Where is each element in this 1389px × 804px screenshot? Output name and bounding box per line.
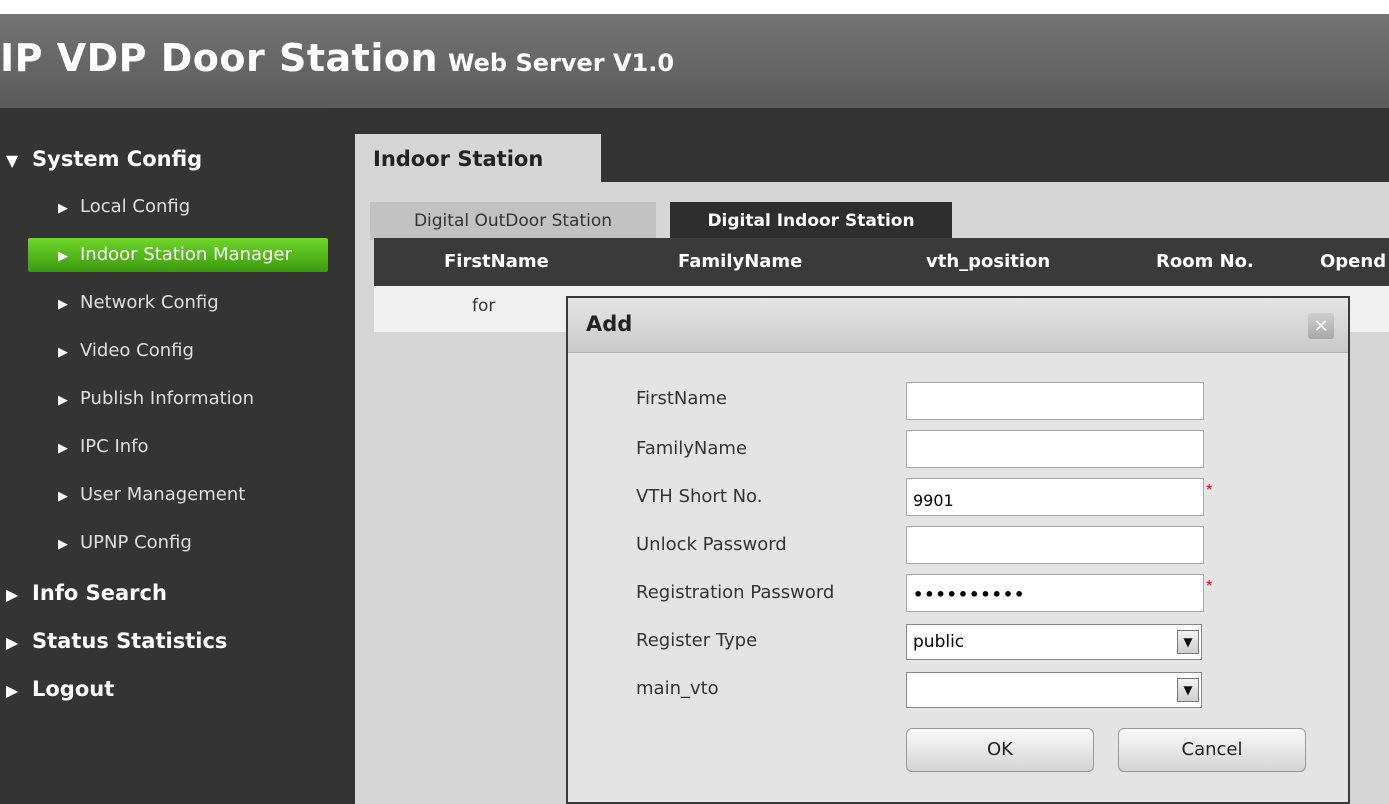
sidebar-item-user-management[interactable]: ▶ User Management xyxy=(28,478,328,512)
dialog-title: Add xyxy=(586,312,633,336)
close-icon[interactable]: ✕ xyxy=(1308,313,1334,339)
required-marker: * xyxy=(1206,482,1213,499)
dialog-titlebar: Add ✕ xyxy=(568,298,1348,353)
sidebar-item-ipc-info[interactable]: ▶ IPC Info xyxy=(28,430,328,464)
cancel-button[interactable]: Cancel xyxy=(1118,728,1306,772)
play-arrow-icon: ▶ xyxy=(58,441,68,456)
sidebar-item-label: Network Config xyxy=(80,292,219,313)
sidebar-item-publish-information[interactable]: ▶ Publish Information xyxy=(28,382,328,416)
familyname-label: FamilyName xyxy=(636,438,748,459)
collapsed-arrow-icon: ▶ xyxy=(6,681,19,700)
sidebar-item-label: IPC Info xyxy=(80,436,149,457)
tab-indoor-station[interactable]: Indoor Station xyxy=(355,134,601,190)
sidebar-item-label: Publish Information xyxy=(80,388,255,409)
unlock-password-field[interactable] xyxy=(906,526,1204,564)
firstname-label: FirstName xyxy=(636,388,727,409)
sidebar-item-local-config[interactable]: ▶ Local Config xyxy=(28,190,328,224)
app-title-text: IP VDP Door Station xyxy=(0,36,439,80)
unlock-password-label: Unlock Password xyxy=(636,534,787,555)
sidebar-item-network-config[interactable]: ▶ Network Config xyxy=(28,286,328,320)
sidebar-item-indoor-station-manager[interactable]: ▶ Indoor Station Manager xyxy=(28,238,328,272)
app-subtitle: Web Server V1.0 xyxy=(448,49,675,77)
app-header: IP VDP Door Station Web Server V1.0 xyxy=(0,14,1389,108)
subtab-digital-indoor-station[interactable]: Digital Indoor Station xyxy=(670,202,952,240)
vth-short-no-label: VTH Short No. xyxy=(636,486,763,507)
column-header-firstname[interactable]: FirstName xyxy=(444,238,549,286)
sidebar-section-system-config[interactable]: ▼ System Config xyxy=(0,140,328,178)
subtab-digital-outdoor-station[interactable]: Digital OutDoor Station xyxy=(370,202,656,240)
play-arrow-icon: ▶ xyxy=(58,249,68,264)
play-arrow-icon: ▶ xyxy=(58,489,68,504)
column-header-room-no[interactable]: Room No. xyxy=(1156,238,1254,286)
registration-password-field[interactable]: •••••••••• xyxy=(906,574,1204,612)
sidebar-item-label: User Management xyxy=(80,484,246,505)
registration-password-label: Registration Password xyxy=(636,582,835,603)
ok-button[interactable]: OK xyxy=(906,728,1094,772)
sidebar-item-video-config[interactable]: ▶ Video Config xyxy=(28,334,328,368)
add-dialog: Add ✕ FirstName FamilyName VTH Short No.… xyxy=(566,296,1350,804)
play-arrow-icon: ▶ xyxy=(58,393,68,408)
sidebar-item-label: Video Config xyxy=(80,340,194,361)
column-header-opend[interactable]: Opend xyxy=(1320,238,1386,286)
play-arrow-icon: ▶ xyxy=(58,297,68,312)
sidebar-item-upnp-config[interactable]: ▶ UPNP Config xyxy=(28,526,328,560)
sidebar-item-label: Indoor Station Manager xyxy=(80,244,292,265)
register-type-value: public xyxy=(913,632,965,652)
sidebar-section-info-search[interactable]: ▶ Info Search xyxy=(0,574,328,612)
play-arrow-icon: ▶ xyxy=(58,537,68,552)
table-cell-firstname: for xyxy=(472,296,496,316)
firstname-field[interactable] xyxy=(906,382,1204,420)
table-header: FirstName FamilyName vth_position Room N… xyxy=(374,238,1389,286)
sidebar-section-status-statistics[interactable]: ▶ Status Statistics xyxy=(0,622,328,660)
sidebar-section-label: Status Statistics xyxy=(32,629,228,653)
play-arrow-icon: ▶ xyxy=(58,345,68,360)
vth-short-no-field[interactable]: 9901 xyxy=(906,478,1204,516)
sidebar-item-label: UPNP Config xyxy=(80,532,192,553)
expanded-arrow-icon: ▼ xyxy=(6,151,19,170)
main-vto-select[interactable]: ▼ xyxy=(906,672,1202,708)
sidebar-section-label: Info Search xyxy=(32,581,167,605)
top-strip xyxy=(0,0,1389,14)
collapsed-arrow-icon: ▶ xyxy=(6,633,19,652)
sidebar-section-logout[interactable]: ▶ Logout xyxy=(0,670,328,708)
chevron-down-icon[interactable]: ▼ xyxy=(1177,630,1199,654)
column-header-vth-position[interactable]: vth_position xyxy=(926,238,1050,286)
chevron-down-icon[interactable]: ▼ xyxy=(1177,678,1199,702)
sidebar-section-label: Logout xyxy=(32,677,115,701)
sidebar-section-label: System Config xyxy=(32,147,203,171)
required-marker: * xyxy=(1206,578,1213,595)
collapsed-arrow-icon: ▶ xyxy=(6,585,19,604)
app-title: IP VDP Door Station Web Server V1.0 xyxy=(0,36,674,80)
familyname-field[interactable] xyxy=(906,430,1204,468)
register-type-select[interactable]: public ▼ xyxy=(906,624,1202,660)
play-arrow-icon: ▶ xyxy=(58,201,68,216)
sidebar-item-label: Local Config xyxy=(80,196,191,217)
register-type-label: Register Type xyxy=(636,630,758,651)
column-header-familyname[interactable]: FamilyName xyxy=(678,238,802,286)
main-vto-label: main_vto xyxy=(636,678,719,699)
